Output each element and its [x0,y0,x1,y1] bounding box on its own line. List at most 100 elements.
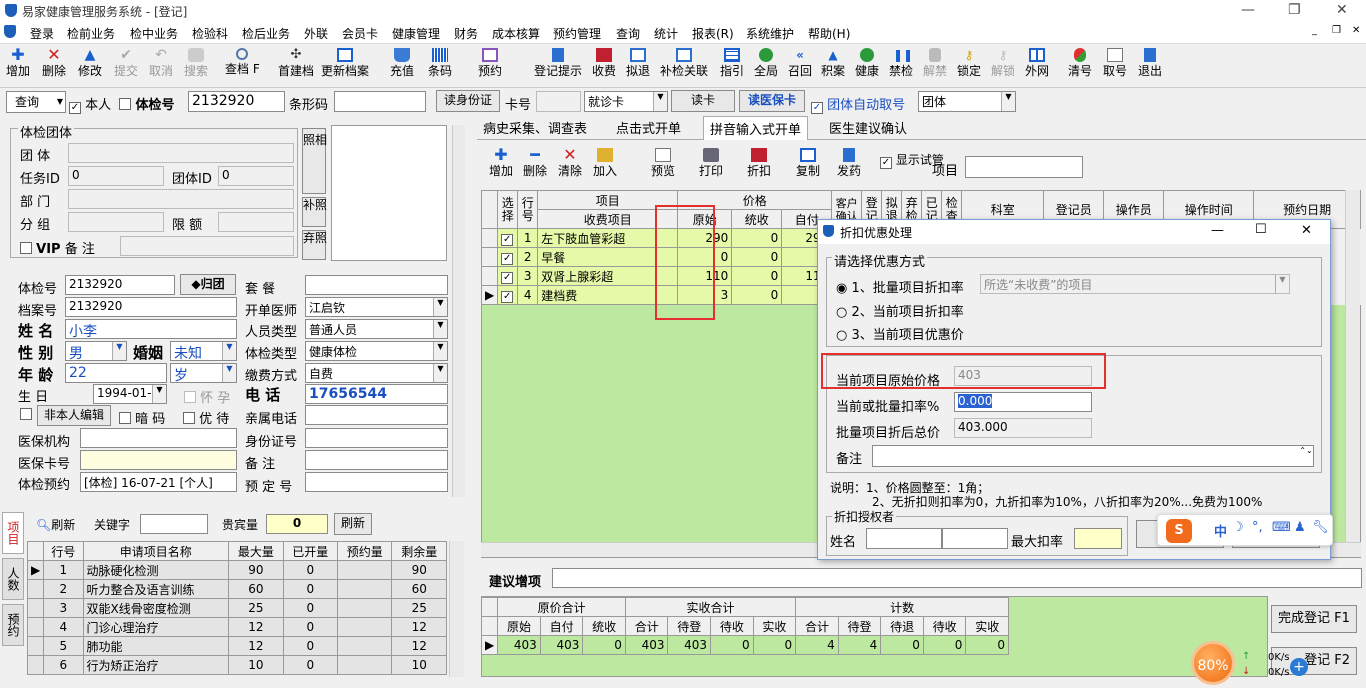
auth-name-input[interactable] [866,528,942,549]
remark-input[interactable] [305,450,448,470]
auth-max-rate-input[interactable] [1074,528,1122,549]
unlock-button[interactable]: ⚷ 解锁 [991,46,1015,78]
ime-lang-toggle[interactable]: 中 [1214,521,1227,540]
pay-method-select[interactable]: 自费 ▼ [305,363,448,383]
punct-icon[interactable]: °, [1252,520,1263,535]
menu-in-exam[interactable]: 检中业务 [130,25,178,42]
items-vscrollbar[interactable] [1345,190,1360,542]
read-card-button[interactable]: 读卡 [671,90,735,112]
take-number-button[interactable]: 取号 [1103,46,1127,78]
row-select-checkbox[interactable]: ✓ [497,285,519,305]
person-type-select[interactable]: 普通人员 ▼ [305,319,448,339]
card-no-input[interactable] [536,91,581,112]
row-select-checkbox[interactable]: ✓ [497,247,519,267]
menu-post-exam[interactable]: 检后业务 [242,25,290,42]
table-row[interactable]: 2 听力整合及语言训练 60 0 60 [26,579,447,599]
sogou-logo-icon[interactable]: S [1166,519,1192,543]
subgroup-input[interactable] [68,212,164,232]
tab-pinyin-order[interactable]: 拼音输入式开单 [703,116,809,140]
plus-circle-icon[interactable]: + [1290,658,1308,676]
apply-scrollbar[interactable] [449,541,464,677]
apply-refresh-button[interactable]: 🔍︎刷新 [36,516,75,533]
exam-no-field[interactable]: 2132920 [65,275,175,295]
tab-click-order[interactable]: 点击式开单 [610,116,687,139]
read-med-card-button[interactable]: 读医保卡 [739,90,805,112]
backlog-button[interactable]: ▲ 积案 [821,46,845,78]
close-icon[interactable]: ✕ [1336,2,1348,18]
moon-icon[interactable]: ☽ [1232,520,1244,535]
discount-button[interactable]: 折扣 [747,146,771,178]
row-select-checkbox[interactable]: ✓ [497,266,519,286]
med-org-input[interactable] [80,428,237,448]
tab-items[interactable]: 项目 [2,512,24,554]
secret-code-checkbox[interactable]: 暗 码 [119,408,165,427]
edit-other-person-button[interactable]: 非本人编辑 [37,405,111,426]
task-id-input[interactable]: 0 [68,166,164,186]
menu-pre-exam[interactable]: 检前业务 [67,25,115,42]
limit-input[interactable] [218,212,294,232]
exam-no-checkbox[interactable] [119,98,131,110]
note-input[interactable]: ⌃⌄ [872,445,1314,467]
barcode-button[interactable]: 条码 [428,46,452,78]
tab-history[interactable]: 病史采集、调查表 [477,116,593,139]
clear-number-button[interactable]: 清号 [1068,46,1092,78]
table-row[interactable]: 6 行为矫正治疗 10 0 10 [26,655,447,675]
suggest-items-input[interactable] [552,568,1362,588]
self-checkbox[interactable]: ✓ 本人 [69,94,111,114]
item-add-button[interactable]: ✚ 增加 [489,146,513,179]
menu-system[interactable]: 系统维护 [746,25,794,42]
pregnant-checkbox[interactable]: 怀 孕 [184,387,230,406]
mdi-close-icon[interactable]: ✕ [1352,25,1360,36]
return-group-button[interactable]: ◆归团 [180,274,236,295]
menu-login[interactable]: 登录 [30,25,54,42]
apply-refresh-button-2[interactable]: 刷新 [334,513,372,535]
exam-no-input[interactable]: 2132920 [188,91,285,112]
delete-button[interactable]: ✕ 删除 [42,46,66,79]
menu-booking[interactable]: 预约管理 [553,25,601,42]
tab-doctor-advice[interactable]: 医生建议确认 [823,116,913,139]
booking-input[interactable]: [体检] 16-07-21 [个人] [80,472,237,492]
preview-button[interactable]: 预览 [651,146,675,178]
table-row[interactable]: 4 门诊心理治疗 12 0 12 [26,617,447,637]
menu-report[interactable]: 报表(R) [692,25,734,42]
keyboard-icon[interactable]: ⌨ [1272,520,1291,535]
photo-button[interactable]: 照相 Z [302,128,339,194]
user-icon[interactable]: ♟ [1294,520,1306,535]
net-monitor-badge[interactable]: 80% [1191,641,1235,685]
exam-type-select[interactable]: 健康体检 ▼ [305,341,448,361]
auth-password-input[interactable] [942,528,1008,549]
current-price-radio[interactable]: ○ 3、当前项目优惠价 [836,324,964,343]
barcode-input[interactable] [334,91,426,112]
menu-health-mgmt[interactable]: 健康管理 [392,25,440,42]
mdi-minimize-icon[interactable]: _ [1312,25,1317,36]
sex-select[interactable]: 男 ▼ [65,341,127,361]
vip-checkbox[interactable]: VIP 备 注 [20,238,95,257]
doctor-select[interactable]: 江启钦 ▼ [305,297,448,317]
priority-checkbox[interactable]: 优 待 [183,408,229,427]
read-id-card-button[interactable]: 读身份证 [436,90,500,112]
reg-tip-button[interactable]: 登记提示 [534,46,582,78]
mdi-restore-icon[interactable]: ❐ [1332,25,1341,36]
dialog-minimize-icon[interactable]: — [1211,223,1224,238]
table-row[interactable]: 3 双能X线骨密度检测 25 0 25 [26,598,447,618]
tab-people[interactable]: 人数 [2,558,24,600]
pre-refund-button[interactable]: 拟退 [626,46,650,78]
menu-lab[interactable]: 检验科 [192,25,228,42]
table-row[interactable]: 5 肺功能 12 0 12 [26,636,447,656]
row-select-checkbox[interactable]: ✓ [497,228,519,248]
current-rate-radio[interactable]: ○ 2、当前项目折扣率 [836,301,964,320]
menu-stats[interactable]: 统计 [654,25,678,42]
submit-button[interactable]: ✔ 提交 [114,46,138,78]
dept-input[interactable] [68,189,294,209]
group-note-input[interactable] [120,236,294,256]
extranet-button[interactable]: 外网 [1025,46,1049,78]
show-tube-checkbox[interactable]: ✓ 显示试管 [880,154,944,169]
birth-date-picker[interactable]: 1994-01-01 ▼ [93,384,167,404]
first-archive-button[interactable]: ✣ 首建档 [278,46,314,79]
item-search-input[interactable] [965,156,1083,178]
unforbid-button[interactable]: 解禁 [923,46,947,78]
dispense-button[interactable]: 发药 [837,146,861,178]
batch-scope-select[interactable]: 所选“未收费”的项目 ▼ [980,274,1290,294]
menu-cost[interactable]: 成本核算 [492,25,540,42]
dialog-maximize-icon[interactable]: ☐ [1255,222,1267,237]
